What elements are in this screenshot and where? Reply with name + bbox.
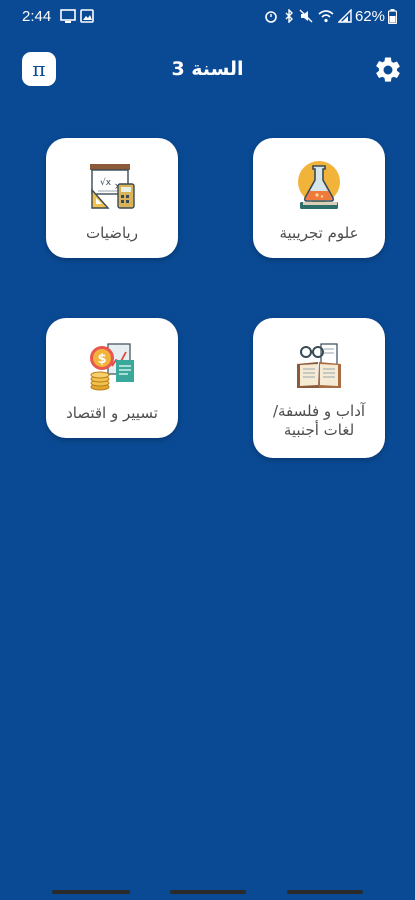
battery-level: 62%	[354, 8, 385, 25]
navigation-bar	[0, 884, 415, 900]
card-literature-languages[interactable]: آداب و فلسفة/ لغات أجنبية	[253, 318, 385, 458]
nav-home-button[interactable]	[170, 890, 246, 894]
page-title: السنة 3	[171, 58, 244, 80]
mute-icon	[299, 9, 313, 23]
math-board-icon: √x ×	[90, 164, 135, 209]
literature-books-icon	[297, 343, 341, 388]
card-experimental-sciences[interactable]: علوم تجريبية	[253, 138, 385, 258]
cast-icon	[60, 9, 76, 23]
bluetooth-icon	[285, 9, 293, 23]
wifi-icon	[318, 10, 334, 23]
alarm-icon	[265, 11, 277, 23]
battery-icon	[388, 9, 397, 24]
card-label: رياضيات	[86, 224, 138, 242]
signal-icon	[338, 9, 352, 23]
status-bar: 2:44 62%	[0, 0, 415, 34]
svg-text:$: $	[98, 352, 107, 367]
card-label: تسيير و اقتصاد	[66, 404, 158, 422]
card-label: علوم تجريبية	[279, 224, 359, 242]
card-mathematics[interactable]: √x × رياضيات	[46, 138, 178, 258]
app-screen: 2:44 62% π السنة 3 علوم تجريبية √x رياضي…	[0, 0, 415, 900]
nav-back-button[interactable]	[287, 890, 363, 894]
card-management-economics[interactable]: $ تسيير و اقتصاد	[46, 318, 178, 438]
economics-coins-icon: $	[90, 343, 134, 391]
gear-icon[interactable]	[373, 55, 403, 85]
svg-text:√x: √x	[100, 177, 112, 188]
status-time: 2:44	[22, 8, 52, 25]
card-label: آداب و فلسفة/ لغات أجنبية	[272, 402, 366, 439]
science-flask-icon	[298, 161, 340, 209]
nav-recents-button[interactable]	[52, 890, 130, 894]
image-icon	[80, 9, 94, 23]
